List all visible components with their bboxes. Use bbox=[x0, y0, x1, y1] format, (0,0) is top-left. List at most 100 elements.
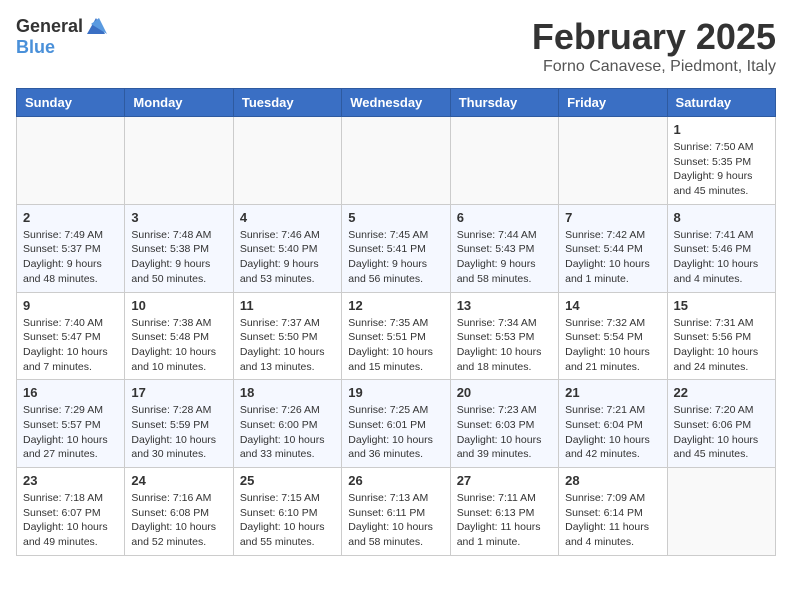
day-number: 18 bbox=[240, 385, 335, 400]
calendar-cell bbox=[450, 117, 558, 205]
weekday-header-saturday: Saturday bbox=[667, 89, 775, 117]
calendar-cell: 19 Sunrise: 7:25 AM Sunset: 6:01 PM Dayli… bbox=[342, 380, 450, 468]
day-info: Sunrise: 7:35 AM Sunset: 5:51 PM Dayligh… bbox=[348, 316, 443, 375]
day-number: 3 bbox=[131, 210, 226, 225]
calendar-cell: 17 Sunrise: 7:28 AM Sunset: 5:59 PM Dayli… bbox=[125, 380, 233, 468]
day-number: 6 bbox=[457, 210, 552, 225]
day-info: Sunrise: 7:31 AM Sunset: 5:56 PM Dayligh… bbox=[674, 316, 769, 375]
calendar-cell: 21 Sunrise: 7:21 AM Sunset: 6:04 PM Dayli… bbox=[559, 380, 667, 468]
calendar-cell: 25 Sunrise: 7:15 AM Sunset: 6:10 PM Dayli… bbox=[233, 468, 341, 556]
day-number: 26 bbox=[348, 473, 443, 488]
day-number: 8 bbox=[674, 210, 769, 225]
calendar-cell: 14 Sunrise: 7:32 AM Sunset: 5:54 PM Dayli… bbox=[559, 292, 667, 380]
day-info: Sunrise: 7:15 AM Sunset: 6:10 PM Dayligh… bbox=[240, 491, 335, 550]
day-number: 23 bbox=[23, 473, 118, 488]
day-info: Sunrise: 7:34 AM Sunset: 5:53 PM Dayligh… bbox=[457, 316, 552, 375]
day-number: 25 bbox=[240, 473, 335, 488]
calendar-week-2: 2Sunrise: 7:49 AM Sunset: 5:37 PM Daylig… bbox=[17, 204, 776, 292]
day-info: Sunrise: 7:18 AM Sunset: 6:07 PM Dayligh… bbox=[23, 491, 118, 550]
logo-icon bbox=[85, 16, 107, 38]
weekday-header-tuesday: Tuesday bbox=[233, 89, 341, 117]
calendar-cell bbox=[125, 117, 233, 205]
calendar-header-row: SundayMondayTuesdayWednesdayThursdayFrid… bbox=[17, 89, 776, 117]
calendar-cell: 5Sunrise: 7:45 AM Sunset: 5:41 PM Daylig… bbox=[342, 204, 450, 292]
day-info: Sunrise: 7:29 AM Sunset: 5:57 PM Dayligh… bbox=[23, 403, 118, 462]
day-info: Sunrise: 7:42 AM Sunset: 5:44 PM Dayligh… bbox=[565, 228, 660, 287]
day-info: Sunrise: 7:41 AM Sunset: 5:46 PM Dayligh… bbox=[674, 228, 769, 287]
day-number: 10 bbox=[131, 298, 226, 313]
day-number: 24 bbox=[131, 473, 226, 488]
calendar-week-1: 1 Sunrise: 7:50 AM Sunset: 5:35 PM Daylig… bbox=[17, 117, 776, 205]
day-info: Sunrise: 7:28 AM Sunset: 5:59 PM Dayligh… bbox=[131, 403, 226, 462]
calendar-cell: 22 Sunrise: 7:20 AM Sunset: 6:06 PM Dayli… bbox=[667, 380, 775, 468]
day-number: 16 bbox=[23, 385, 118, 400]
title-section: February 2025 Forno Canavese, Piedmont, … bbox=[532, 16, 776, 76]
calendar-cell: 1 Sunrise: 7:50 AM Sunset: 5:35 PM Daylig… bbox=[667, 117, 775, 205]
day-number: 7 bbox=[565, 210, 660, 225]
day-number: 13 bbox=[457, 298, 552, 313]
day-info: Sunrise: 7:49 AM Sunset: 5:37 PM Dayligh… bbox=[23, 228, 118, 287]
day-number: 15 bbox=[674, 298, 769, 313]
calendar-cell: 4Sunrise: 7:46 AM Sunset: 5:40 PM Daylig… bbox=[233, 204, 341, 292]
weekday-header-wednesday: Wednesday bbox=[342, 89, 450, 117]
day-number: 19 bbox=[348, 385, 443, 400]
day-info: Sunrise: 7:26 AM Sunset: 6:00 PM Dayligh… bbox=[240, 403, 335, 462]
calendar-cell bbox=[233, 117, 341, 205]
day-number: 21 bbox=[565, 385, 660, 400]
logo-blue: Blue bbox=[16, 37, 55, 57]
weekday-header-sunday: Sunday bbox=[17, 89, 125, 117]
month-title: February 2025 bbox=[532, 16, 776, 58]
calendar-cell: 9 Sunrise: 7:40 AM Sunset: 5:47 PM Daylig… bbox=[17, 292, 125, 380]
logo-general: General bbox=[16, 17, 83, 37]
calendar-cell: 3 Sunrise: 7:48 AM Sunset: 5:38 PM Daylig… bbox=[125, 204, 233, 292]
day-info: Sunrise: 7:46 AM Sunset: 5:40 PM Dayligh… bbox=[240, 228, 335, 287]
day-number: 22 bbox=[674, 385, 769, 400]
day-info: Sunrise: 7:20 AM Sunset: 6:06 PM Dayligh… bbox=[674, 403, 769, 462]
day-info: Sunrise: 7:25 AM Sunset: 6:01 PM Dayligh… bbox=[348, 403, 443, 462]
day-info: Sunrise: 7:21 AM Sunset: 6:04 PM Dayligh… bbox=[565, 403, 660, 462]
day-info: Sunrise: 7:13 AM Sunset: 6:11 PM Dayligh… bbox=[348, 491, 443, 550]
calendar-week-5: 23 Sunrise: 7:18 AM Sunset: 6:07 PM Dayli… bbox=[17, 468, 776, 556]
day-info: Sunrise: 7:38 AM Sunset: 5:48 PM Dayligh… bbox=[131, 316, 226, 375]
calendar-cell bbox=[559, 117, 667, 205]
calendar-cell: 26 Sunrise: 7:13 AM Sunset: 6:11 PM Dayli… bbox=[342, 468, 450, 556]
day-info: Sunrise: 7:48 AM Sunset: 5:38 PM Dayligh… bbox=[131, 228, 226, 287]
calendar-cell: 12 Sunrise: 7:35 AM Sunset: 5:51 PM Dayli… bbox=[342, 292, 450, 380]
day-number: 28 bbox=[565, 473, 660, 488]
calendar-cell: 28 Sunrise: 7:09 AM Sunset: 6:14 PM Dayli… bbox=[559, 468, 667, 556]
day-number: 27 bbox=[457, 473, 552, 488]
weekday-header-monday: Monday bbox=[125, 89, 233, 117]
calendar-cell: 20Sunrise: 7:23 AM Sunset: 6:03 PM Dayli… bbox=[450, 380, 558, 468]
calendar-week-3: 9 Sunrise: 7:40 AM Sunset: 5:47 PM Daylig… bbox=[17, 292, 776, 380]
day-info: Sunrise: 7:16 AM Sunset: 6:08 PM Dayligh… bbox=[131, 491, 226, 550]
day-number: 17 bbox=[131, 385, 226, 400]
calendar-cell bbox=[667, 468, 775, 556]
day-info: Sunrise: 7:40 AM Sunset: 5:47 PM Dayligh… bbox=[23, 316, 118, 375]
day-info: Sunrise: 7:32 AM Sunset: 5:54 PM Dayligh… bbox=[565, 316, 660, 375]
day-number: 9 bbox=[23, 298, 118, 313]
day-info: Sunrise: 7:11 AM Sunset: 6:13 PM Dayligh… bbox=[457, 491, 552, 550]
calendar-cell: 10 Sunrise: 7:38 AM Sunset: 5:48 PM Dayli… bbox=[125, 292, 233, 380]
day-number: 12 bbox=[348, 298, 443, 313]
calendar-cell: 16 Sunrise: 7:29 AM Sunset: 5:57 PM Dayli… bbox=[17, 380, 125, 468]
day-info: Sunrise: 7:50 AM Sunset: 5:35 PM Dayligh… bbox=[674, 140, 769, 199]
page-header: General Blue February 2025 Forno Canaves… bbox=[16, 16, 776, 76]
day-info: Sunrise: 7:37 AM Sunset: 5:50 PM Dayligh… bbox=[240, 316, 335, 375]
calendar-cell: 18 Sunrise: 7:26 AM Sunset: 6:00 PM Dayli… bbox=[233, 380, 341, 468]
day-info: Sunrise: 7:45 AM Sunset: 5:41 PM Dayligh… bbox=[348, 228, 443, 287]
calendar-week-4: 16 Sunrise: 7:29 AM Sunset: 5:57 PM Dayli… bbox=[17, 380, 776, 468]
calendar-cell: 23 Sunrise: 7:18 AM Sunset: 6:07 PM Dayli… bbox=[17, 468, 125, 556]
calendar-cell: 8 Sunrise: 7:41 AM Sunset: 5:46 PM Daylig… bbox=[667, 204, 775, 292]
calendar-cell: 13 Sunrise: 7:34 AM Sunset: 5:53 PM Dayli… bbox=[450, 292, 558, 380]
calendar-cell bbox=[17, 117, 125, 205]
location-title: Forno Canavese, Piedmont, Italy bbox=[532, 58, 776, 76]
logo: General Blue bbox=[16, 16, 107, 58]
calendar-cell: 2Sunrise: 7:49 AM Sunset: 5:37 PM Daylig… bbox=[17, 204, 125, 292]
day-number: 14 bbox=[565, 298, 660, 313]
calendar-cell: 11Sunrise: 7:37 AM Sunset: 5:50 PM Dayli… bbox=[233, 292, 341, 380]
day-number: 1 bbox=[674, 122, 769, 137]
calendar-cell bbox=[342, 117, 450, 205]
day-info: Sunrise: 7:09 AM Sunset: 6:14 PM Dayligh… bbox=[565, 491, 660, 550]
day-info: Sunrise: 7:23 AM Sunset: 6:03 PM Dayligh… bbox=[457, 403, 552, 462]
calendar-cell: 15 Sunrise: 7:31 AM Sunset: 5:56 PM Dayli… bbox=[667, 292, 775, 380]
